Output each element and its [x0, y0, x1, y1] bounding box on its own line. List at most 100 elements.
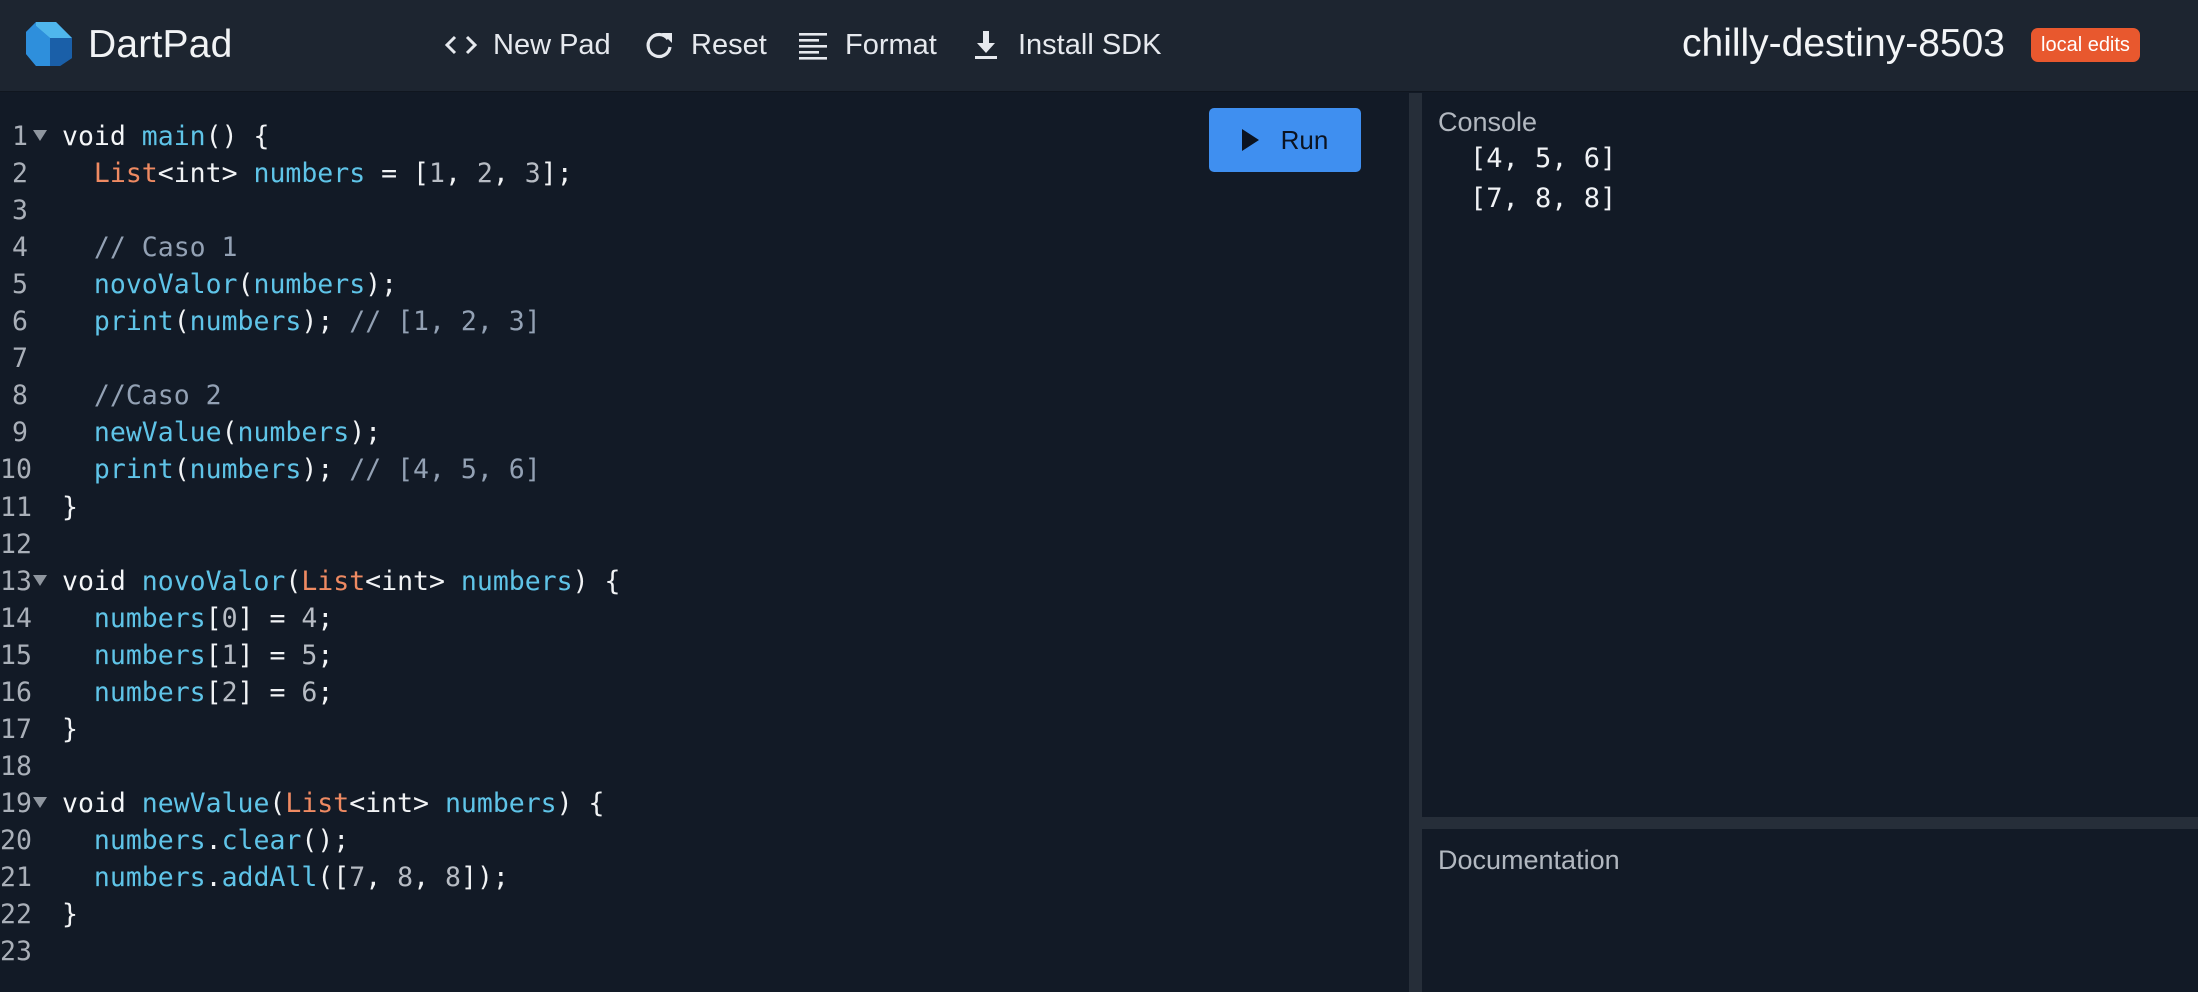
line-number: 7: [12, 343, 28, 375]
vertical-splitter[interactable]: [1409, 93, 1422, 992]
code-token: 2: [221, 676, 238, 708]
code-token: numbers: [460, 565, 573, 597]
documentation-title: Documentation: [1438, 845, 1620, 875]
code-line[interactable]: 20 numbers.clear();: [0, 822, 1400, 859]
code-line[interactable]: 2 List<int> numbers = [1, 2, 3];: [0, 155, 1400, 192]
dart-logo-icon[interactable]: [22, 18, 74, 70]
code-line[interactable]: 10 print(numbers); // [4, 5, 6]: [0, 451, 1400, 488]
code-token: // Caso 1: [93, 232, 238, 264]
line-code[interactable]: novoValor(numbers);: [62, 266, 397, 303]
line-code[interactable]: List<int> numbers = [1, 2, 3];: [62, 155, 573, 192]
code-line[interactable]: 1 void main() {: [0, 118, 1400, 155]
code-token: ([: [317, 862, 350, 893]
format-button[interactable]: Format: [795, 22, 937, 68]
code-token: 2: [476, 158, 493, 190]
code-line[interactable]: 12: [0, 526, 1400, 563]
format-label: Format: [845, 28, 937, 61]
line-code[interactable]: newValue(numbers);: [62, 414, 381, 451]
code-line[interactable]: 9 newValue(numbers);: [0, 414, 1400, 451]
code-line[interactable]: 11}: [0, 489, 1400, 526]
line-code[interactable]: numbers.clear();: [62, 822, 349, 859]
fold-arrow-icon[interactable]: [33, 574, 47, 586]
line-code[interactable]: //Caso 2: [62, 377, 222, 414]
line-code[interactable]: }: [62, 489, 78, 526]
line-code[interactable]: numbers[1] = 5;: [62, 637, 333, 674]
code-token: <int>: [349, 787, 445, 819]
console-panel: Console [4, 5, 6] [7, 8, 8]: [1422, 93, 2198, 817]
reset-label: Reset: [691, 28, 767, 61]
code-line[interactable]: 6 print(numbers); // [1, 2, 3]: [0, 303, 1400, 340]
code-line[interactable]: 7: [0, 340, 1400, 377]
line-number: 11: [0, 491, 32, 523]
code-line[interactable]: 16 numbers[2] = 6;: [0, 674, 1400, 711]
line-code[interactable]: void main() {: [62, 118, 269, 155]
line-number: 5: [12, 269, 28, 301]
line-number: 12: [0, 528, 32, 560]
line-number: 22: [0, 899, 32, 931]
line-code[interactable]: numbers[0] = 4;: [62, 600, 333, 637]
code-token: );: [301, 454, 350, 486]
new-pad-button[interactable]: New Pad: [443, 22, 611, 68]
code-token: );: [301, 306, 350, 338]
line-code[interactable]: void newValue(List<int> numbers) {: [62, 785, 605, 822]
code-token: numbers: [444, 787, 557, 819]
line-code[interactable]: numbers.addAll([7, 8, 8]);: [62, 859, 509, 896]
code-line[interactable]: 17}: [0, 711, 1400, 748]
line-number: 8: [12, 380, 28, 412]
code-line[interactable]: 18: [0, 748, 1400, 785]
line-code[interactable]: // Caso 1: [62, 229, 238, 266]
line-number: 21: [0, 862, 32, 893]
code-token: 6: [301, 676, 318, 708]
code-token: (: [269, 787, 286, 819]
reset-button[interactable]: Reset: [641, 22, 767, 68]
line-number: 4: [12, 232, 28, 264]
code-line[interactable]: 21 numbers.addAll([7, 8, 8]);: [0, 859, 1400, 896]
code-editor[interactable]: 1 void main() {2 List<int> numbers = [1, …: [0, 93, 1408, 992]
code-token: <int>: [365, 565, 461, 597]
code-token: 8: [445, 862, 461, 893]
fold-arrow-icon[interactable]: [33, 796, 47, 808]
code-token: void: [62, 565, 142, 597]
install-sdk-button[interactable]: Install SDK: [968, 22, 1161, 68]
line-code[interactable]: }: [62, 896, 78, 933]
code-token: main: [141, 121, 206, 152]
line-code[interactable]: print(numbers); // [4, 5, 6]: [62, 451, 541, 488]
code-line[interactable]: 13 void novoValor(List<int> numbers) {: [0, 563, 1400, 600]
line-number: 16: [0, 676, 32, 708]
code-token: novoValor: [93, 269, 238, 301]
code-token: //Caso 2: [93, 380, 222, 412]
code-token: numbers: [93, 639, 206, 671]
code-line[interactable]: 3: [0, 192, 1400, 229]
code-token: List: [93, 158, 158, 190]
run-button[interactable]: Run: [1209, 108, 1361, 172]
code-line[interactable]: 5 novoValor(numbers);: [0, 266, 1400, 303]
code-token: numbers: [237, 417, 350, 449]
horizontal-splitter[interactable]: [1422, 817, 2198, 829]
code-line[interactable]: 19 void newValue(List<int> numbers) {: [0, 785, 1400, 822]
code-token: );: [349, 417, 382, 449]
code-line[interactable]: 23: [0, 933, 1400, 970]
app-title: DartPad: [88, 23, 233, 66]
code-line[interactable]: 8 //Caso 2: [0, 377, 1400, 414]
line-code[interactable]: numbers[2] = 6;: [62, 674, 333, 711]
code-token: 7: [349, 862, 366, 893]
code-token: novoValor: [141, 565, 286, 597]
app-header: DartPad New Pad Reset Format Install SDK…: [0, 0, 2198, 92]
line-code[interactable]: void novoValor(List<int> numbers) {: [62, 563, 620, 600]
fold-arrow-icon[interactable]: [33, 130, 47, 141]
code-token: (: [173, 454, 190, 486]
line-number: 14: [0, 602, 32, 634]
code-line[interactable]: 15 numbers[1] = 5;: [0, 637, 1400, 674]
code-line[interactable]: 4 // Caso 1: [0, 229, 1400, 266]
code-token: ] =: [237, 602, 302, 634]
line-code[interactable]: print(numbers); // [1, 2, 3]: [62, 303, 541, 340]
code-token: );: [365, 269, 398, 301]
pad-name[interactable]: chilly-destiny-8503: [1682, 18, 2005, 70]
line-code[interactable]: }: [62, 711, 78, 748]
code-line[interactable]: 22}: [0, 896, 1400, 933]
code-line[interactable]: 14 numbers[0] = 4;: [0, 600, 1400, 637]
